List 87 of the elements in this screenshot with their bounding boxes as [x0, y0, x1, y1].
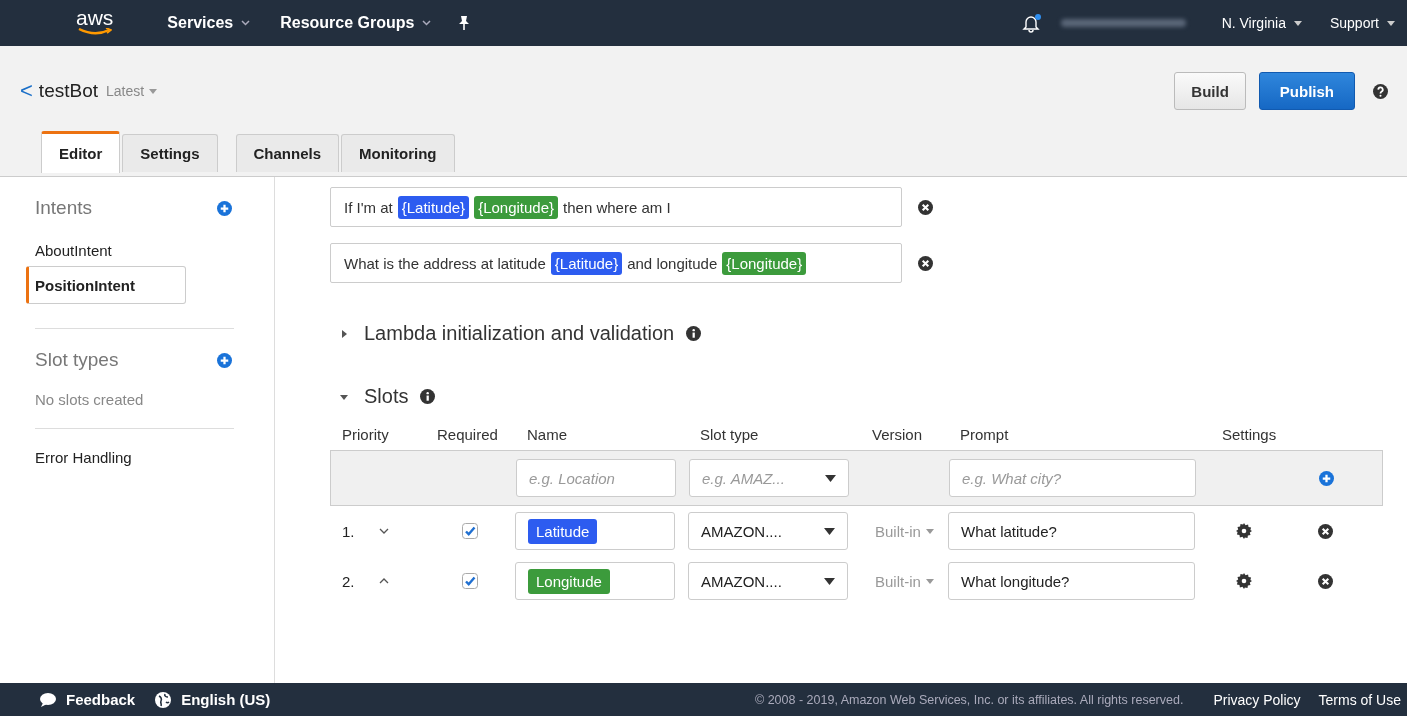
caret-icon [1293, 20, 1302, 26]
collapsed-icon[interactable] [340, 329, 348, 338]
remove-icon[interactable] [1318, 523, 1333, 539]
tab[interactable]: Monitoring [341, 134, 455, 172]
caret-icon [825, 474, 836, 482]
empty-text: No slots created [35, 391, 145, 408]
nav-menu[interactable]: Services [167, 14, 251, 32]
nav-menu[interactable]: Support [1329, 15, 1395, 31]
settings-icon[interactable] [1236, 573, 1252, 589]
prompt-field[interactable]: e.g. What city? [949, 459, 1196, 497]
footer-link[interactable]: Privacy Policy [1213, 691, 1301, 708]
language-selector[interactable]: English (US) [155, 691, 271, 708]
priority-number: 1. [342, 522, 355, 540]
tab[interactable]: Channels [235, 134, 340, 172]
globe-icon [155, 691, 172, 708]
footer-link[interactable]: Terms of Use [1318, 691, 1401, 708]
info-icon[interactable] [420, 389, 436, 404]
speech-bubble-icon [40, 692, 56, 707]
bell-icon[interactable] [1020, 13, 1041, 33]
caret-icon [149, 88, 158, 94]
column-header: Prompt [960, 425, 1010, 443]
remove-icon[interactable] [1318, 573, 1333, 589]
prompt-field[interactable]: What latitude? [948, 512, 1195, 550]
sidebar-item[interactable]: Error Handling [35, 449, 234, 466]
build-button[interactable]: Build [1174, 72, 1246, 110]
caret-icon [824, 577, 835, 585]
column-header: Required [437, 425, 499, 443]
column-header: Name [527, 425, 568, 443]
section-heading[interactable]: Lambda initialization and validation [364, 322, 675, 345]
required-checkbox[interactable] [462, 573, 478, 589]
settings-icon[interactable] [1236, 523, 1252, 539]
tab[interactable]: Editor [41, 131, 121, 173]
remove-icon[interactable] [918, 255, 933, 271]
info-icon[interactable] [686, 326, 702, 341]
caret-icon [925, 578, 934, 584]
chevron-icon [422, 20, 432, 26]
slot-tag: Longitude [528, 568, 610, 594]
remove-icon[interactable] [918, 199, 933, 215]
add-icon[interactable] [217, 352, 232, 368]
back-link[interactable]: < [20, 78, 33, 104]
move-up-icon[interactable] [378, 578, 389, 584]
bot-name: testBot [38, 80, 98, 102]
slot-type-dropdown[interactable]: AMAZON.... [688, 512, 848, 550]
publish-button[interactable]: Publish [1258, 72, 1355, 110]
expanded-icon[interactable] [340, 392, 348, 401]
copyright-text: © 2008 - 2019, Amazon Web Services, Inc. or its affiliates. All rights reserved. [755, 692, 1184, 707]
move-down-icon[interactable] [378, 528, 389, 534]
slot-tag: {Latitude} [397, 195, 470, 219]
column-header: Priority [342, 425, 390, 443]
slot-name-field[interactable]: Latitude [515, 512, 675, 550]
slot-name-field[interactable]: Longitude [515, 562, 675, 600]
utterance-field[interactable]: What is the address at latitude {Latitude} and longitude {Longitude} [330, 243, 902, 283]
slot-tag: Latitude [528, 518, 598, 544]
sidebar-item[interactable]: PositionIntent [26, 266, 186, 304]
nav-menu[interactable]: Resource Groups [280, 14, 432, 32]
utterance-text: What is the address at latitude [344, 254, 546, 272]
slot-tag: {Latitude} [550, 251, 623, 275]
add-icon[interactable] [1319, 470, 1334, 486]
slot-name-field[interactable]: e.g. Location [516, 459, 676, 497]
tab[interactable]: Settings [122, 134, 218, 172]
utterance-field[interactable]: If I'm at {Latitude} {Longitude} then where am I [330, 187, 902, 227]
caret-icon [925, 528, 934, 534]
feedback-link[interactable]: Feedback [40, 691, 136, 708]
slot-type-dropdown[interactable]: AMAZON.... [688, 562, 848, 600]
slot-tag: {Longitude} [474, 195, 559, 219]
prompt-field[interactable]: What longitude? [948, 562, 1195, 600]
utterance-text: If I'm at [344, 198, 393, 216]
nav-menu[interactable]: N. Virginia [1221, 15, 1302, 31]
column-header: Version [872, 425, 924, 443]
caret-icon [1387, 20, 1395, 26]
add-icon[interactable] [217, 200, 232, 216]
utterance-text: then where am I [563, 198, 671, 216]
column-header: Slot type [700, 425, 760, 443]
section-heading: Intents [35, 197, 93, 219]
caret-icon [824, 527, 835, 535]
section-heading[interactable]: Slots [364, 385, 409, 408]
utterance-text: and longitude [627, 254, 718, 272]
pin-icon[interactable] [457, 15, 472, 31]
aws-logo[interactable]: aws [76, 6, 114, 40]
help-icon[interactable] [1373, 83, 1388, 99]
sidebar-item[interactable]: AboutIntent [35, 239, 234, 262]
chevron-icon [241, 20, 251, 26]
required-checkbox[interactable] [462, 523, 478, 539]
slot-tag: {Longitude} [722, 251, 807, 275]
column-header: Settings [1222, 425, 1278, 443]
section-heading: Slot types [35, 349, 119, 371]
priority-number: 2. [342, 572, 355, 590]
